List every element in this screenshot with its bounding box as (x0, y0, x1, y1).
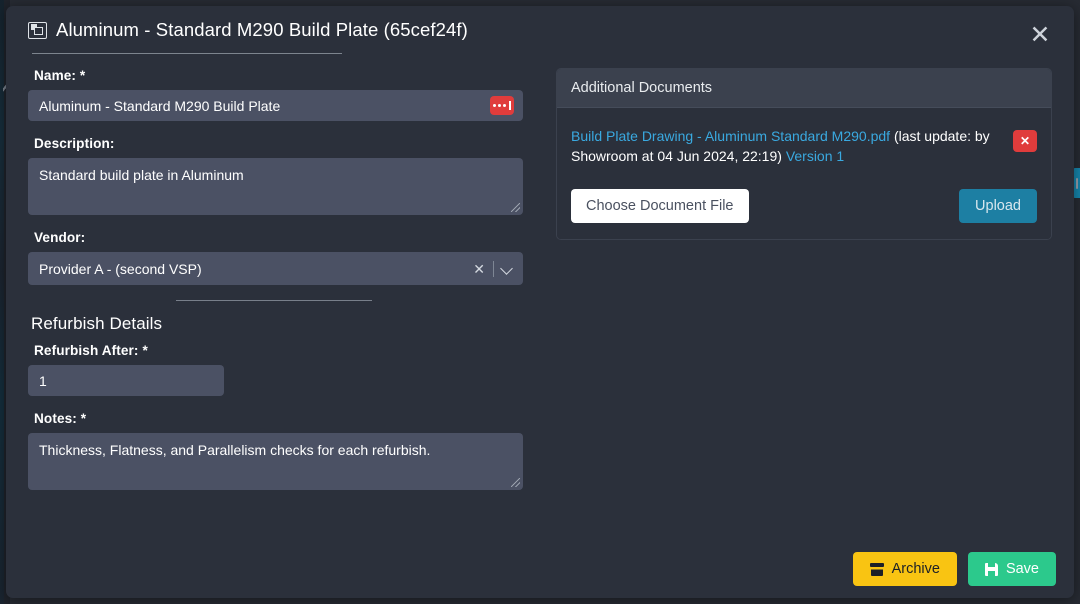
additional-documents-panel: Additional Documents Build Plate Drawing… (556, 68, 1052, 240)
description-textarea-wrap: Standard build plate in Aluminum (28, 158, 523, 215)
description-textarea[interactable]: Standard build plate in Aluminum (28, 158, 523, 215)
more-options-icon[interactable] (490, 96, 514, 115)
vendor-select[interactable]: Provider A - (second VSP) ✕ (28, 252, 523, 285)
vendor-label: Vendor: (34, 230, 530, 245)
archive-button-label: Archive (892, 561, 940, 577)
name-input-wrap (28, 90, 523, 121)
save-button[interactable]: Save (968, 552, 1056, 586)
description-field-group: Description: Standard build plate in Alu… (28, 136, 530, 215)
refurbish-details-heading: Refurbish Details (31, 314, 530, 334)
image-icon (28, 22, 47, 39)
choose-document-file-button[interactable]: Choose Document File (571, 189, 749, 223)
background-right-side-tab-handle (1076, 178, 1078, 189)
archive-button[interactable]: Archive (853, 552, 957, 586)
document-entry-text: Build Plate Drawing - Aluminum Standard … (571, 126, 1003, 167)
list-item: Build Plate Drawing - Aluminum Standard … (571, 126, 1037, 167)
additional-documents-panel-title: Additional Documents (557, 69, 1051, 108)
title-divider (32, 53, 342, 54)
modal-footer: Archive Save (853, 552, 1056, 586)
modal-header: Aluminum - Standard M290 Build Plate (65… (6, 6, 1074, 60)
floppy-disk-icon (985, 563, 998, 576)
notes-field-group: Notes: * Thickness, Flatness, and Parall… (28, 411, 530, 490)
form-column-left: Name: * Description: Standard build plat… (28, 68, 530, 505)
edit-build-plate-modal: Aluminum - Standard M290 Build Plate (65… (6, 6, 1074, 598)
name-field-group: Name: * (28, 68, 530, 121)
notes-textarea[interactable]: Thickness, Flatness, and Parallelism che… (28, 433, 523, 490)
document-actions-row: Choose Document File Upload (571, 189, 1037, 223)
notes-label: Notes: * (34, 411, 530, 426)
close-icon[interactable]: ✕ (1024, 19, 1056, 51)
archive-box-icon (870, 563, 884, 576)
select-separator (493, 261, 494, 277)
vendor-selected-value: Provider A - (second VSP) (28, 261, 202, 277)
description-label: Description: (34, 136, 530, 151)
section-divider (176, 300, 372, 301)
modal-title-text: Aluminum - Standard M290 Build Plate (65… (56, 19, 468, 41)
notes-textarea-wrap: Thickness, Flatness, and Parallelism che… (28, 433, 523, 490)
document-version-link[interactable]: Version 1 (786, 148, 844, 164)
save-button-label: Save (1006, 561, 1039, 577)
delete-document-button[interactable]: ✕ (1013, 130, 1037, 152)
refurbish-after-field-group: Refurbish After: * (28, 343, 530, 396)
name-input[interactable] (28, 90, 523, 121)
document-file-link[interactable]: Build Plate Drawing - Aluminum Standard … (571, 128, 890, 144)
name-label: Name: * (34, 68, 530, 83)
page-title: Aluminum - Standard M290 Build Plate (65… (28, 19, 468, 41)
upload-button[interactable]: Upload (959, 189, 1037, 223)
vendor-field-group: Vendor: Provider A - (second VSP) ✕ (28, 230, 530, 285)
clear-icon[interactable]: ✕ (473, 262, 485, 276)
refurbish-after-label: Refurbish After: * (34, 343, 530, 358)
additional-documents-panel-body: Build Plate Drawing - Aluminum Standard … (557, 108, 1051, 239)
vendor-select-controls: ✕ (473, 252, 513, 285)
documents-column-right: Additional Documents Build Plate Drawing… (556, 68, 1052, 240)
refurbish-after-input[interactable] (28, 365, 224, 396)
chevron-down-icon[interactable] (502, 263, 513, 274)
